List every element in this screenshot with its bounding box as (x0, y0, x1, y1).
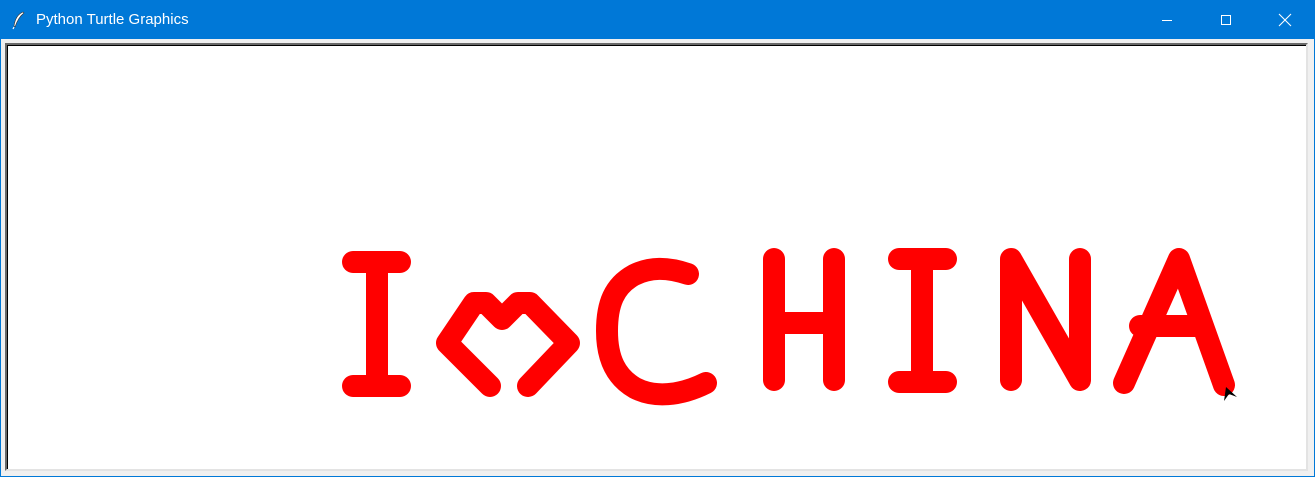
turtle-window: Python Turtle Graphics (0, 0, 1315, 477)
heart-shape (436, 292, 580, 397)
close-button[interactable] (1256, 1, 1314, 39)
letter-n (1000, 248, 1091, 391)
maximize-button[interactable] (1197, 1, 1255, 39)
letter-i-2 (888, 248, 957, 393)
letter-a (1113, 248, 1235, 396)
feather-icon (12, 11, 25, 30)
turtle-canvas-frame (5, 43, 1308, 471)
letter-h (763, 248, 845, 391)
turtle-canvas[interactable] (7, 45, 1306, 469)
turtle-drawing (342, 248, 1237, 406)
window-title: Python Turtle Graphics (36, 11, 189, 28)
minimize-button[interactable] (1138, 1, 1196, 39)
letter-i-1 (342, 251, 411, 397)
letter-c (596, 257, 717, 406)
minimize-icon (1162, 20, 1172, 21)
title-bar[interactable]: Python Turtle Graphics (1, 1, 1314, 39)
maximize-icon (1221, 15, 1231, 25)
close-icon (1278, 13, 1292, 27)
